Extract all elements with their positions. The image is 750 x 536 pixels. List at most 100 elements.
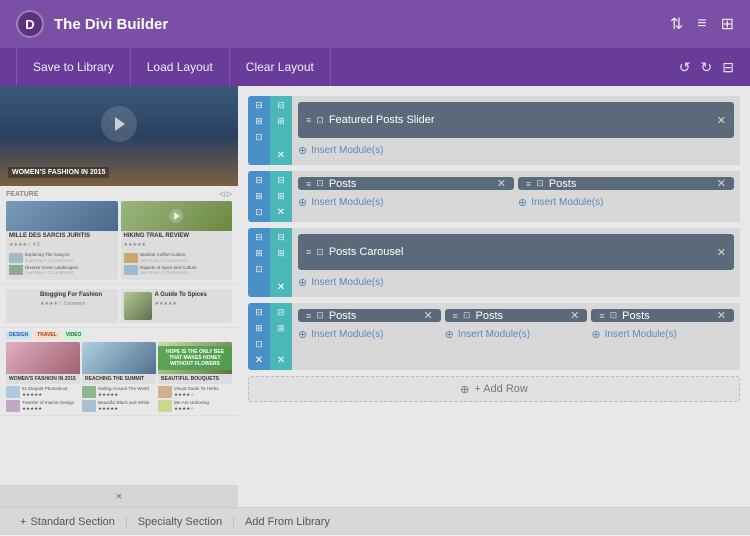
grid-icon[interactable]: ⊞: [721, 14, 734, 34]
add-from-library-button[interactable]: Add From Library: [235, 508, 340, 536]
section-copy-icon-4[interactable]: ⊡: [255, 339, 263, 350]
module-posts-carousel[interactable]: ≡ ⊡ Posts Carousel ✕: [298, 234, 734, 270]
save-to-library-button[interactable]: Save to Library: [16, 48, 131, 86]
module-posts-2[interactable]: ≡ ⊡ Posts ✕: [518, 177, 734, 190]
undo-icon[interactable]: ↺: [679, 59, 691, 76]
module-name-6: Posts: [475, 310, 503, 322]
header-left: D The Divi Builder: [16, 10, 168, 38]
section-drag-icon-2[interactable]: ⊟: [255, 175, 263, 186]
section-settings-icon-3[interactable]: ⊞: [255, 248, 263, 259]
module-name-2: Posts: [329, 178, 357, 190]
row-cols-icon-3[interactable]: ⊞: [277, 248, 285, 259]
module-settings-icon-2[interactable]: ⊡: [316, 178, 324, 189]
row-delete-icon-2[interactable]: ✕: [277, 207, 285, 218]
module-settings-icon-6[interactable]: ⊡: [463, 310, 471, 321]
insert-module-4[interactable]: ⊕ Insert Module(s): [298, 274, 734, 291]
module-close-2[interactable]: ✕: [497, 177, 506, 190]
section-copy-icon-2[interactable]: ⊡: [255, 207, 263, 218]
preview-hero: WOMEN'S FASHION IN 2015: [0, 86, 238, 186]
section-4-row-area: ⊟ ⊞ ✕ ≡ ⊡ Posts: [270, 303, 740, 370]
module-hamburger-icon-4[interactable]: ≡: [306, 247, 311, 257]
insert-module-6[interactable]: ⊕ Insert Module(s): [445, 326, 588, 343]
module-name-4: Posts Carousel: [329, 246, 404, 258]
module-posts-1[interactable]: ≡ ⊡ Posts ✕: [298, 177, 514, 190]
module-featured-posts-slider[interactable]: ≡ ⊡ Featured Posts Slider ✕: [298, 102, 734, 138]
row-cols-icon-2[interactable]: ⊞: [277, 191, 285, 202]
feature-label: FEATURE: [6, 191, 39, 198]
module-hamburger-icon-7[interactable]: ≡: [599, 311, 604, 321]
module-hamburger-icon-3[interactable]: ≡: [526, 179, 531, 189]
cols-row-1: ≡ ⊡ Featured Posts Slider ✕: [298, 102, 734, 138]
insert-module-1[interactable]: ⊕ Insert Module(s): [298, 142, 734, 159]
redo-icon[interactable]: ↻: [701, 59, 713, 76]
load-layout-button[interactable]: Load Layout: [131, 48, 230, 86]
menu-icon[interactable]: ≡: [697, 15, 706, 33]
module-close-6[interactable]: ✕: [570, 309, 579, 322]
row-cols-icon[interactable]: ⊞: [277, 116, 285, 127]
module-settings-icon[interactable]: ⊡: [316, 115, 324, 126]
clear-layout-button[interactable]: Clear Layout: [230, 48, 331, 86]
specialty-section-button[interactable]: Specialty Section: [128, 508, 232, 536]
cols-area-4-1: ≡ ⊡ Posts ✕ ⊕ Insert Module(s): [292, 303, 740, 370]
module-hamburger-icon-2[interactable]: ≡: [306, 179, 311, 189]
preview-panel: WOMEN'S FASHION IN 2015 FEATURE ◁ ▷ MILL…: [0, 86, 238, 507]
section-settings-icon[interactable]: ⊞: [255, 116, 263, 127]
standard-section-button[interactable]: + Standard Section: [10, 508, 125, 536]
row-delete-icon-3[interactable]: ✕: [277, 282, 285, 293]
section-copy-icon-3[interactable]: ⊡: [255, 264, 263, 275]
row-delete-icon[interactable]: ✕: [277, 150, 285, 161]
add-row-plus-icon: ⊕: [460, 383, 469, 396]
module-close-1[interactable]: ✕: [717, 114, 726, 127]
library-label: Add From Library: [245, 516, 330, 528]
insert-plus-icon-6: ⊕: [445, 328, 454, 341]
section-2: ⊟ ⊞ ⊡ ⊟ ⊞ ✕ ≡: [248, 171, 740, 222]
settings-icon[interactable]: ⊟: [722, 59, 734, 76]
standard-plus-icon: +: [20, 516, 26, 528]
row-settings-icon[interactable]: ⊟: [277, 100, 285, 111]
specialty-section-label: Specialty Section: [138, 516, 222, 528]
row-settings-icon-2[interactable]: ⊟: [277, 175, 285, 186]
standard-section-label: Standard Section: [30, 516, 114, 528]
module-settings-icon-4[interactable]: ⊡: [316, 247, 324, 258]
module-hamburger-icon-5[interactable]: ≡: [306, 311, 311, 321]
module-posts-4b[interactable]: ≡ ⊡ Posts ✕: [445, 309, 588, 322]
section-drag-icon[interactable]: ⊟: [255, 100, 263, 111]
row-delete-icon-4[interactable]: ✕: [277, 355, 285, 366]
insert-module-5[interactable]: ⊕ Insert Module(s): [298, 326, 441, 343]
row-settings-icon-3[interactable]: ⊟: [277, 232, 285, 243]
section-settings-icon-4[interactable]: ⊞: [255, 323, 263, 334]
module-settings-icon-7[interactable]: ⊡: [610, 310, 618, 321]
module-close-7[interactable]: ✕: [717, 309, 726, 322]
section-delete-icon-4[interactable]: ✕: [255, 355, 263, 366]
section-drag-icon-3[interactable]: ⊟: [255, 232, 263, 243]
module-settings-icon-5[interactable]: ⊡: [316, 310, 324, 321]
section-bar-3: ⊟ ⊞ ⊡: [248, 228, 270, 297]
cols-area-1-1: ≡ ⊡ Featured Posts Slider ✕ ⊕ Insert Mod…: [292, 96, 740, 165]
preview-hero-text: WOMEN'S FASHION IN 2015: [8, 167, 109, 178]
section-copy-icon[interactable]: ⊡: [255, 132, 263, 143]
preview-blog-card-1: Blogging For Fashion ★★★★☆ Comment: [6, 289, 118, 323]
module-settings-icon-3[interactable]: ⊡: [536, 178, 544, 189]
module-name-5: Posts: [329, 310, 357, 322]
section-drag-icon-4[interactable]: ⊟: [255, 307, 263, 318]
module-posts-4a[interactable]: ≡ ⊡ Posts ✕: [298, 309, 441, 322]
module-posts-4c[interactable]: ≡ ⊡ Posts ✕: [591, 309, 734, 322]
insert-plus-icon-5: ⊕: [298, 328, 307, 341]
module-name-1: Featured Posts Slider: [329, 114, 435, 126]
app-title: The Divi Builder: [54, 16, 168, 33]
divi-logo[interactable]: D: [16, 10, 44, 38]
module-close-3[interactable]: ✕: [717, 177, 726, 190]
insert-module-3[interactable]: ⊕ Insert Module(s): [518, 194, 734, 211]
row-cols-icon-4[interactable]: ⊞: [277, 323, 285, 334]
module-close-5[interactable]: ✕: [423, 309, 432, 322]
add-row-button[interactable]: ⊕ + Add Row: [248, 376, 740, 402]
row-settings-icon-4[interactable]: ⊟: [277, 307, 285, 318]
sort-icon[interactable]: ⇅: [670, 14, 683, 34]
module-hamburger-icon[interactable]: ≡: [306, 115, 311, 125]
insert-module-2[interactable]: ⊕ Insert Module(s): [298, 194, 514, 211]
module-close-4[interactable]: ✕: [717, 246, 726, 259]
insert-module-7[interactable]: ⊕ Insert Module(s): [591, 326, 734, 343]
section-settings-icon-2[interactable]: ⊞: [255, 191, 263, 202]
module-hamburger-icon-6[interactable]: ≡: [453, 311, 458, 321]
insert-plus-icon-7: ⊕: [591, 328, 600, 341]
